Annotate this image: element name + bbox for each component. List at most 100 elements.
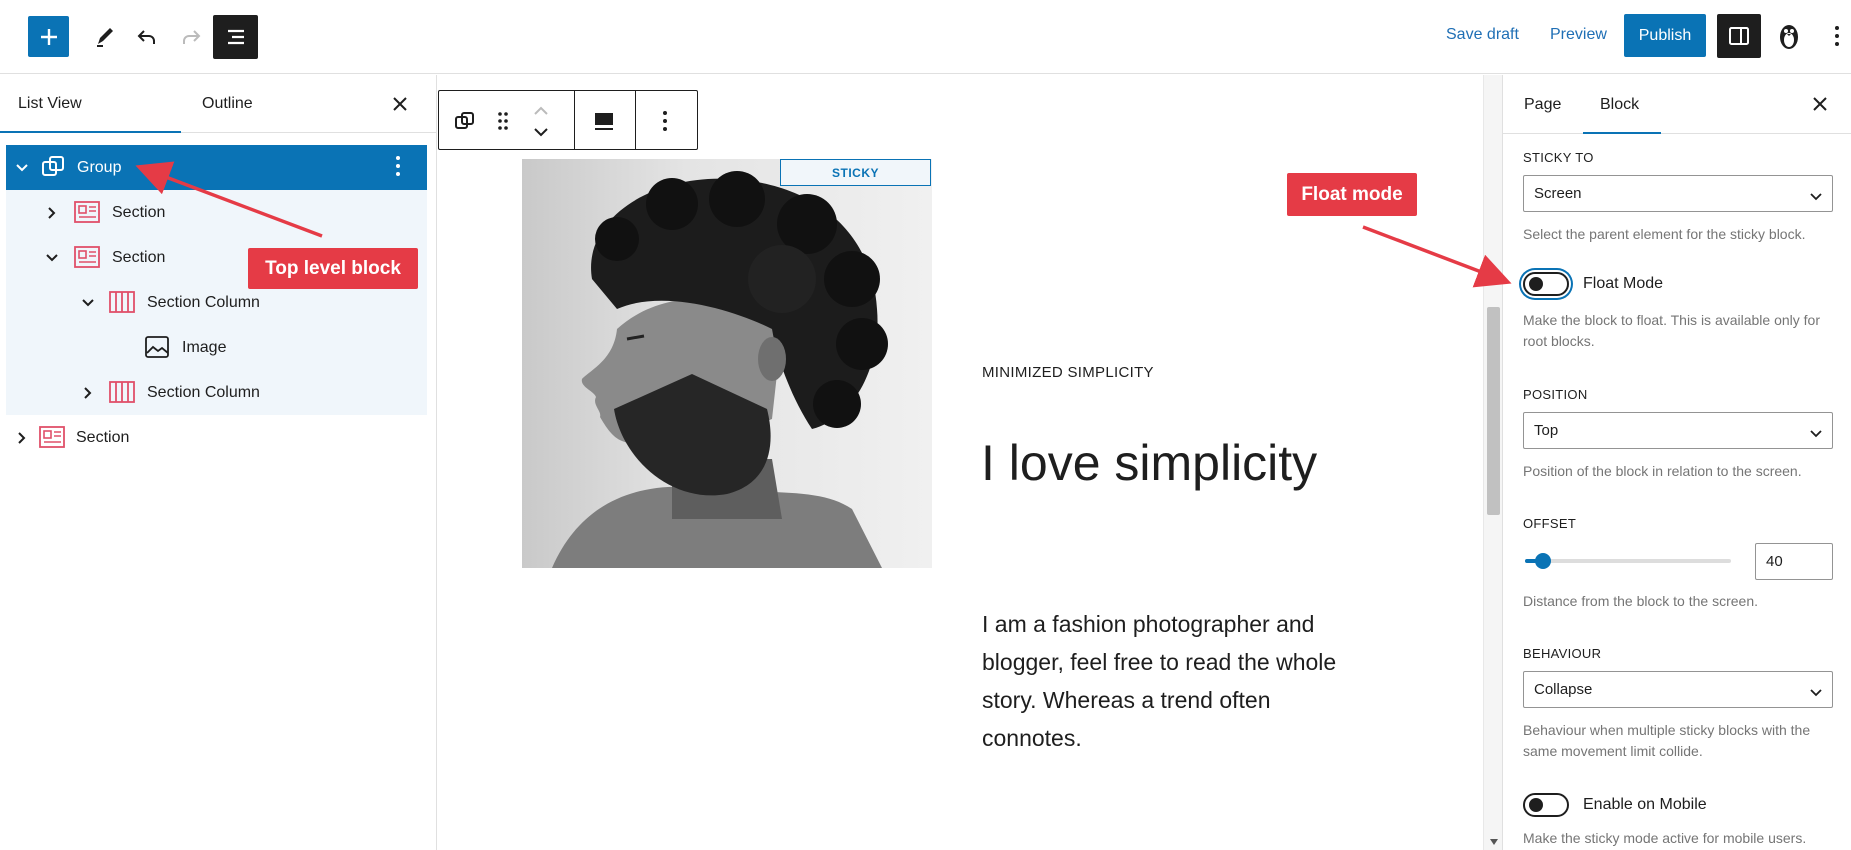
settings-toggle-button[interactable] <box>1717 14 1761 58</box>
sticky-block-icon <box>595 113 613 130</box>
move-up-button[interactable] <box>531 101 551 119</box>
more-vertical-icon <box>396 156 400 176</box>
behaviour-help: Behaviour when multiple sticky blocks wi… <box>1523 722 1811 759</box>
chevron-down-icon <box>1810 425 1822 438</box>
close-sidebar-button[interactable] <box>1808 92 1832 116</box>
offset-input[interactable]: 40 <box>1755 543 1833 580</box>
enable-mobile-help: Make the sticky mode active for mobile u… <box>1523 830 1807 846</box>
tools-button[interactable] <box>84 16 125 57</box>
section-icon <box>74 244 100 270</box>
toggle-knob <box>1529 798 1543 812</box>
position-title: POSITION <box>1523 387 1588 402</box>
scroll-down-arrow[interactable] <box>1489 833 1499 845</box>
tree-row-label: Section <box>112 203 166 221</box>
active-tab-indicator <box>1583 132 1661 134</box>
plugin-button[interactable] <box>1769 16 1809 56</box>
chevron-right-icon[interactable] <box>44 205 60 221</box>
block-toolbar <box>438 90 698 150</box>
section-column-icon <box>109 379 135 405</box>
tab-outline[interactable]: Outline <box>202 75 253 133</box>
close-icon <box>393 97 407 111</box>
slider-thumb[interactable] <box>1535 553 1552 569</box>
drag-handle-icon <box>498 112 508 130</box>
chevron-down-icon <box>534 127 548 136</box>
settings-sidebar: Page Block STICKY TO Screen Select the p… <box>1502 75 1851 850</box>
chevron-down-icon[interactable] <box>14 160 30 176</box>
sticky-position-button[interactable] <box>589 108 619 134</box>
canvas-scrollbar[interactable] <box>1483 75 1502 850</box>
portrait-photo <box>552 171 888 568</box>
editor-top-bar: Save draft Preview Publish <box>0 0 1851 74</box>
portrait-image[interactable] <box>522 159 932 568</box>
tree-row-group[interactable]: Group <box>6 145 427 190</box>
tree-row-section[interactable]: Section <box>6 190 427 235</box>
tab-page[interactable]: Page <box>1524 75 1561 134</box>
position-value: Top <box>1534 422 1559 439</box>
chevron-down-icon[interactable] <box>80 295 96 311</box>
tree-row-label: Section Column <box>147 383 260 401</box>
position-select[interactable]: Top <box>1523 412 1833 449</box>
enable-mobile-toggle[interactable] <box>1523 793 1569 817</box>
section-paragraph[interactable]: I am a fashion photographer and blogger,… <box>982 605 1357 757</box>
offset-slider[interactable] <box>1525 553 1731 569</box>
sidebar-tabs: Page Block <box>1503 75 1851 134</box>
caret-down-icon <box>1490 839 1498 845</box>
tree-row-label: Section <box>76 428 130 446</box>
plus-icon <box>40 28 57 45</box>
tab-block[interactable]: Block <box>1600 75 1639 134</box>
behaviour-select[interactable]: Collapse <box>1523 671 1833 708</box>
drag-handle[interactable] <box>495 109 511 133</box>
sticky-to-select[interactable]: Screen <box>1523 175 1833 212</box>
move-down-button[interactable] <box>531 123 551 141</box>
add-block-button[interactable] <box>28 16 69 57</box>
tree-row-label: Group <box>77 158 122 176</box>
preview-button[interactable]: Preview <box>1550 26 1607 44</box>
sticky-to-help: Select the parent element for the sticky… <box>1523 226 1806 242</box>
more-vertical-icon <box>663 111 667 131</box>
save-draft-button[interactable]: Save draft <box>1446 26 1519 44</box>
tree-row-section-column[interactable]: Section Column <box>6 370 427 415</box>
list-view-icon <box>227 29 244 45</box>
group-icon <box>455 112 474 129</box>
block-options-button[interactable] <box>653 109 677 133</box>
row-options-button[interactable] <box>395 155 415 179</box>
tree-row-label: Section <box>112 248 166 266</box>
active-tab-indicator <box>0 131 181 133</box>
chevron-right-icon[interactable] <box>14 430 30 446</box>
toolbar-divider <box>635 91 636 149</box>
tab-list-view[interactable]: List View <box>18 75 181 133</box>
chevron-down-icon[interactable] <box>44 250 60 266</box>
chevron-down-icon <box>1810 188 1822 201</box>
document-overview-button[interactable] <box>213 15 258 59</box>
section-eyebrow[interactable]: MINIMIZED SIMPLICITY <box>982 364 1154 381</box>
close-icon <box>1813 97 1827 111</box>
image-icon <box>144 334 170 360</box>
publish-button[interactable]: Publish <box>1624 14 1706 57</box>
section-column-icon <box>109 289 135 315</box>
section-icon <box>39 424 65 450</box>
chevron-down-icon <box>1810 684 1822 697</box>
transform-block-button[interactable] <box>453 109 477 133</box>
float-mode-callout: Float mode <box>1287 173 1417 216</box>
document-overview-panel: List View Outline Group Section Section … <box>0 75 437 850</box>
close-panel-button[interactable] <box>388 92 412 116</box>
tree-row-label: Section Column <box>147 293 260 311</box>
toggle-knob <box>1529 277 1543 291</box>
toolbar-divider <box>574 91 575 149</box>
scrollbar-thumb[interactable] <box>1487 307 1500 515</box>
pencil-icon <box>96 27 113 47</box>
float-mode-help: Make the block to float. This is availab… <box>1523 312 1821 349</box>
tree-row-image[interactable]: Image <box>6 325 427 370</box>
chevron-right-icon[interactable] <box>80 385 96 401</box>
tree-row-section[interactable]: Section <box>6 415 427 460</box>
float-mode-label: Float Mode <box>1583 275 1664 292</box>
undo-button[interactable] <box>126 16 167 57</box>
section-heading[interactable]: I love simplicity <box>981 430 1321 496</box>
float-mode-toggle[interactable] <box>1523 272 1569 296</box>
offset-title: OFFSET <box>1523 516 1577 531</box>
penguin-icon <box>1780 25 1798 49</box>
chevron-up-icon <box>534 106 548 115</box>
redo-button[interactable] <box>170 16 211 57</box>
options-button[interactable] <box>1822 16 1851 56</box>
top-level-block-callout: Top level block <box>248 248 418 289</box>
